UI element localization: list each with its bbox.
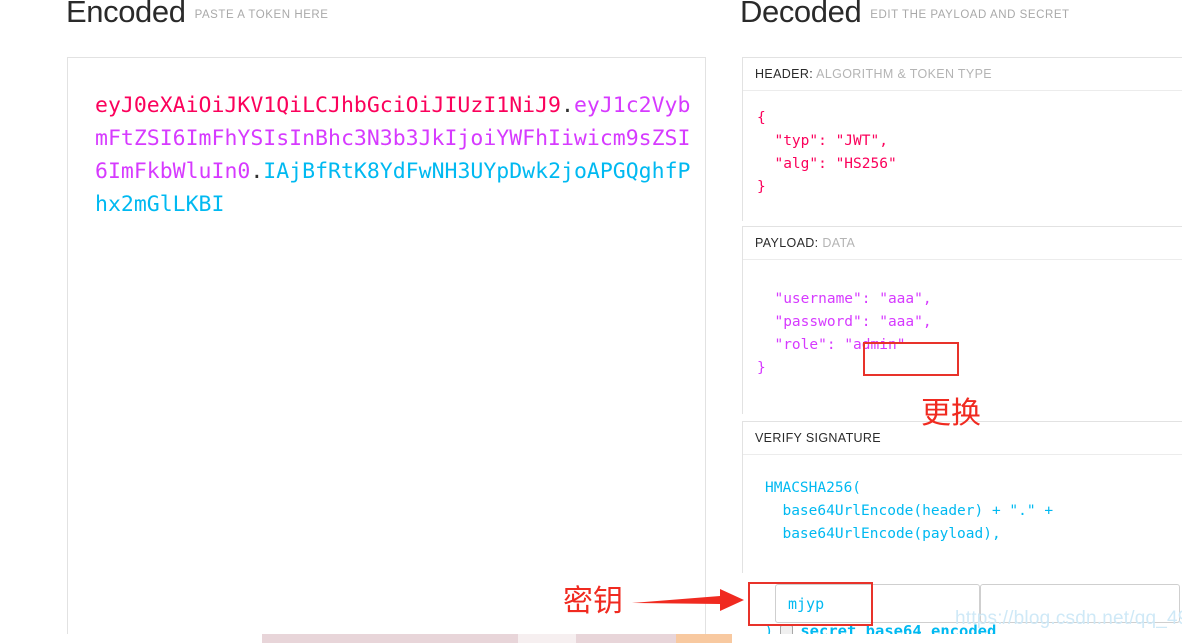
decoded-payload-label-muted: DATA: [822, 236, 855, 250]
strip-segment-2: [262, 634, 518, 643]
decoded-header-label: HEADER: ALGORITHM & TOKEN TYPE: [743, 58, 1182, 91]
annotation-label-replace: 更换: [921, 399, 981, 429]
decoded-signature-code: HMACSHA256( base64UrlEncode(header) + ".…: [743, 455, 1182, 573]
decoded-header-json[interactable]: { "typ": "JWT", "alg": "HS256" }: [743, 91, 1182, 221]
decoded-payload-label: PAYLOAD: DATA: [743, 227, 1182, 260]
bottom-taskbar-strip: [0, 634, 1182, 643]
decoded-header-label-text: HEADER:: [755, 67, 813, 81]
decoded-signature-block: VERIFY SIGNATURE HMACSHA256( base64UrlEn…: [742, 421, 1182, 573]
decoded-payload-block: PAYLOAD: DATA "username": "aaa", "passwo…: [742, 226, 1182, 414]
annotation-box-role-value: [863, 342, 959, 376]
encoded-title: Encoded: [66, 0, 186, 29]
token-separator-1: .: [561, 93, 574, 118]
watermark-text: https://blog.csdn.net/qq_49422880: [955, 608, 1182, 630]
decoded-subtitle: EDIT THE PAYLOAD AND SECRET: [870, 9, 1069, 21]
token-separator-2: .: [250, 159, 263, 184]
strip-segment-6: [732, 634, 1182, 643]
decoded-header-block: HEADER: ALGORITHM & TOKEN TYPE { "typ": …: [742, 57, 1182, 221]
decoded-header-label-muted: ALGORITHM & TOKEN TYPE: [816, 67, 992, 81]
strip-segment-3: [518, 634, 576, 643]
encoded-column-heading: Encoded PASTE A TOKEN HERE: [66, 0, 328, 30]
payload-json-post: }: [757, 360, 766, 376]
annotation-label-secret-key: 密钥: [563, 587, 623, 617]
decoded-signature-label-text: VERIFY SIGNATURE: [755, 431, 881, 445]
decoded-column-heading: Decoded EDIT THE PAYLOAD AND SECRET: [740, 0, 1070, 30]
decoded-payload-json[interactable]: "username": "aaa", "password": "aaa", "r…: [743, 260, 1182, 414]
strip-segment-1: [0, 634, 262, 643]
encoded-token-text[interactable]: eyJ0eXAiOiJKV1QiLCJhbGciOiJIUzI1NiJ9.eyJ…: [95, 89, 691, 221]
token-header-segment: eyJ0eXAiOiJKV1QiLCJhbGciOiJIUzI1NiJ9: [95, 93, 561, 118]
annotation-box-secret: [748, 582, 873, 626]
strip-segment-4: [576, 634, 676, 643]
decoded-title: Decoded: [740, 0, 861, 29]
encoded-subtitle: PASTE A TOKEN HERE: [195, 9, 329, 21]
encoded-token-panel[interactable]: eyJ0eXAiOiJKV1QiLCJhbGciOiJIUzI1NiJ9.eyJ…: [67, 57, 706, 643]
annotation-arrow-icon: [632, 583, 744, 617]
strip-segment-5: [676, 634, 732, 643]
decoded-panel: HEADER: ALGORITHM & TOKEN TYPE { "typ": …: [742, 57, 1182, 643]
decoded-payload-label-text: PAYLOAD:: [755, 236, 818, 250]
